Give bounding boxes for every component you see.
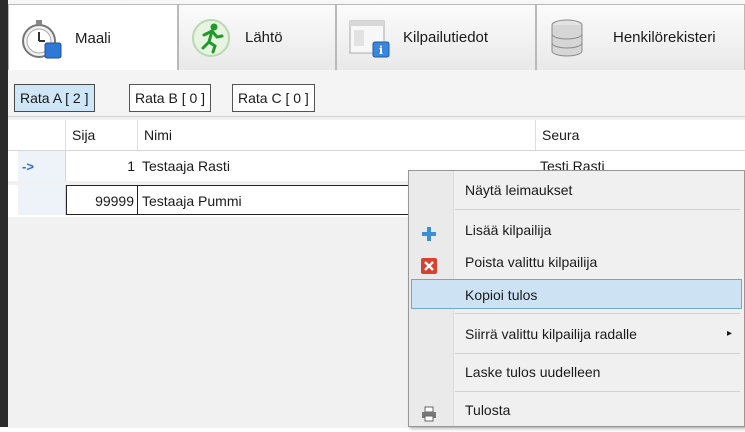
menu-item-label: Laske tulos uudelleen xyxy=(465,364,601,380)
column-header-nimi[interactable]: Nimi xyxy=(138,120,536,150)
row-indicator: -> xyxy=(18,151,66,181)
info-window-icon: i xyxy=(347,16,391,60)
column-header-sija[interactable]: Sija xyxy=(66,120,138,150)
plus-icon xyxy=(421,222,437,241)
tab-maali[interactable]: Maali xyxy=(8,4,178,72)
tab-kilpailutiedot[interactable]: i Kilpailutiedot xyxy=(336,4,536,70)
column-header-seura[interactable]: Seura xyxy=(536,120,745,150)
menu-separator xyxy=(455,313,740,314)
stopwatch-icon xyxy=(19,17,63,61)
row-indicator xyxy=(18,185,66,215)
tab-label: Maali xyxy=(75,30,111,47)
tab-label: Kilpailutiedot xyxy=(403,29,489,46)
delete-icon xyxy=(421,254,437,274)
runner-icon xyxy=(189,16,233,60)
menu-item-poista-kilpailija[interactable]: Poista valittu kilpailija xyxy=(411,247,742,277)
menu-item-tulosta[interactable]: Tulosta xyxy=(411,395,742,425)
window-left-border xyxy=(0,0,8,427)
cell-sija[interactable]: 99999 xyxy=(66,185,138,215)
tab-henkilorekisteri[interactable]: Henkilörekisteri xyxy=(536,4,745,70)
menu-item-laske-tulos[interactable]: Laske tulos uudelleen xyxy=(411,357,742,387)
menu-item-kopioi-tulos[interactable]: Kopioi tulos xyxy=(411,279,742,309)
menu-item-label: Lisää kilpailija xyxy=(465,222,552,238)
menu-item-lisaa-kilpailija[interactable]: Lisää kilpailija xyxy=(411,215,742,245)
course-selector: Rata A [ 2 ] Rata B [ 0 ] Rata C [ 0 ] xyxy=(8,70,745,116)
tab-label: Henkilörekisteri xyxy=(613,29,716,46)
tab-bar: Maali Lähtö i Kilpailutiedot Henkilöreki… xyxy=(8,0,745,72)
printer-icon xyxy=(421,402,437,422)
menu-item-label: Tulosta xyxy=(465,402,511,418)
menu-item-label: Kopioi tulos xyxy=(465,287,538,303)
menu-separator xyxy=(455,353,740,354)
menu-separator xyxy=(455,209,740,210)
menu-item-siirra-radalle[interactable]: Siirrä valittu kilpailija radalle ▸ xyxy=(411,319,742,349)
grid-header: Sija Nimi Seura xyxy=(8,120,745,151)
context-menu: Näytä leimaukset Lisää kilpailija Poista… xyxy=(408,170,745,427)
rata-c-button[interactable]: Rata C [ 0 ] xyxy=(232,84,315,112)
rata-b-button[interactable]: Rata B [ 0 ] xyxy=(129,84,212,112)
menu-item-nayta-leimaukset[interactable]: Näytä leimaukset xyxy=(411,175,742,205)
database-icon xyxy=(547,16,591,60)
menu-item-label: Poista valittu kilpailija xyxy=(465,254,598,270)
menu-separator xyxy=(455,391,740,392)
tab-label: Lähtö xyxy=(245,29,283,46)
menu-item-label: Näytä leimaukset xyxy=(465,182,573,198)
svg-text:i: i xyxy=(379,44,383,57)
submenu-arrow-icon: ▸ xyxy=(726,328,732,339)
tab-lahto[interactable]: Lähtö xyxy=(178,4,336,70)
menu-item-label: Siirrä valittu kilpailija radalle xyxy=(465,326,637,342)
row-header-corner xyxy=(8,120,66,150)
current-row-arrow: -> xyxy=(22,159,34,174)
rata-a-button[interactable]: Rata A [ 2 ] xyxy=(14,84,95,112)
cell-sija[interactable]: 1 xyxy=(66,151,138,181)
